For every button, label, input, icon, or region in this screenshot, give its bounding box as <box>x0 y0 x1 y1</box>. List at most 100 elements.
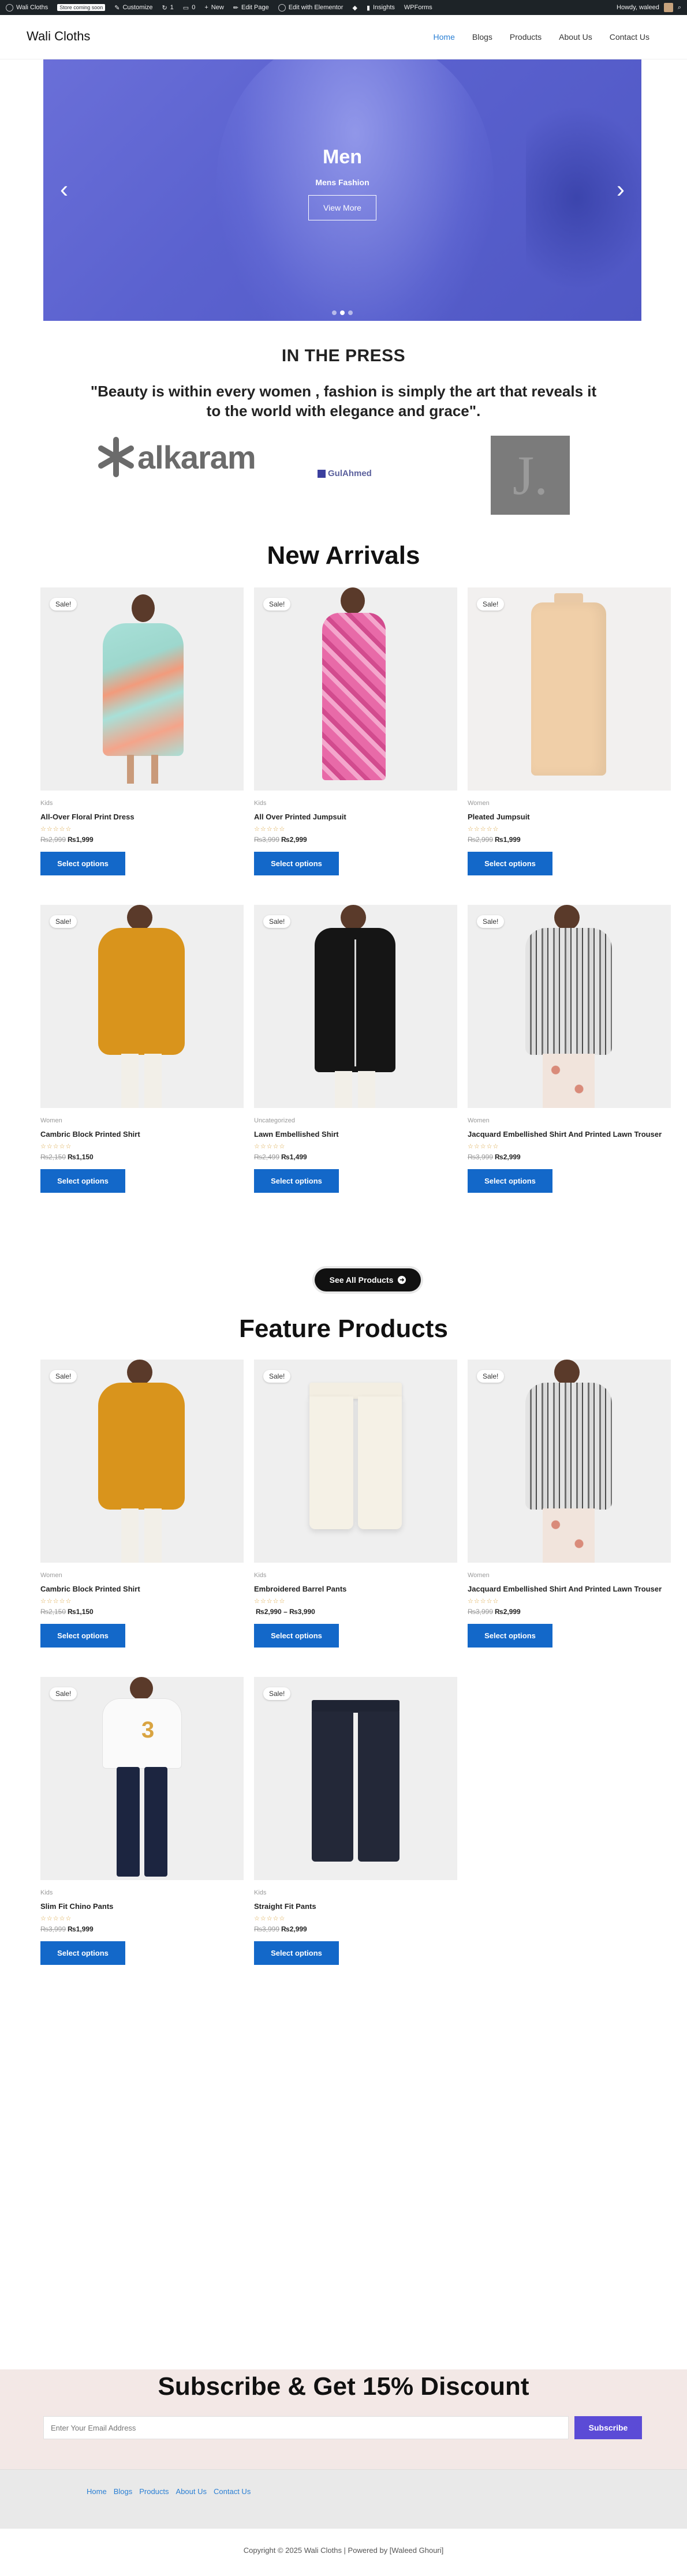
admin-comments[interactable]: ▭ 0 <box>183 4 196 12</box>
select-options-button[interactable]: Select options <box>254 1624 339 1648</box>
slider-dot[interactable] <box>348 310 353 315</box>
product-category[interactable]: Kids <box>254 1889 457 1896</box>
slider-dot-active[interactable] <box>340 310 345 315</box>
admin-diamond[interactable]: ◆ <box>352 4 357 12</box>
trouser <box>121 1508 139 1563</box>
subscribe-button[interactable]: Subscribe <box>574 2416 642 2439</box>
select-options-button[interactable]: Select options <box>40 1624 125 1648</box>
product-category[interactable]: Women <box>468 1117 671 1124</box>
slider-dot[interactable] <box>332 310 337 315</box>
select-options-button[interactable]: Select options <box>468 1624 552 1648</box>
old-price: ₨2,999 <box>468 836 493 844</box>
product-price: ₨2,999 ₨1,999 <box>468 836 671 844</box>
product-name[interactable]: Slim Fit Chino Pants <box>40 1902 244 1911</box>
howdy-user[interactable]: Howdy, waleed <box>617 4 659 11</box>
view-more-button[interactable]: View More <box>308 195 376 220</box>
select-options-button[interactable]: Select options <box>254 1941 339 1965</box>
new-arrivals-title: New Arrivals <box>267 541 420 570</box>
product-name[interactable]: Embroidered Barrel Pants <box>254 1585 457 1593</box>
site-logo[interactable]: Wali Cloths <box>27 29 90 44</box>
admin-updates[interactable]: ↻ 1 <box>162 4 173 12</box>
product-image[interactable]: Sale! <box>40 1360 244 1563</box>
select-options-button[interactable]: Select options <box>40 1169 125 1193</box>
rating-stars: ☆☆☆☆☆ <box>40 1143 72 1150</box>
product-name[interactable]: Jacquard Embellished Shirt And Printed L… <box>468 1585 671 1593</box>
product-category[interactable]: Kids <box>40 1889 244 1896</box>
footer-link-contact-us[interactable]: Contact Us <box>214 2487 251 2496</box>
product-image[interactable]: Sale! <box>468 1360 671 1563</box>
product-category[interactable]: Women <box>468 800 671 807</box>
product-category[interactable]: Kids <box>254 800 457 807</box>
admin-site-link[interactable]: Wali Cloths <box>6 3 48 12</box>
insights-label: Insights <box>373 4 395 11</box>
admin-insights[interactable]: ▮ Insights <box>367 4 395 12</box>
product-price: ₨3,999 ₨2,999 <box>468 1608 671 1616</box>
product-image[interactable]: Sale! <box>254 1677 457 1880</box>
footer-link-blogs[interactable]: Blogs <box>114 2487 133 2496</box>
chino-pants-image <box>117 1767 140 1877</box>
product-image[interactable]: Sale! <box>254 905 457 1108</box>
select-options-button[interactable]: Select options <box>468 852 552 875</box>
product-category[interactable]: Kids <box>254 1572 457 1579</box>
admin-elementor[interactable]: Edit with Elementor <box>278 3 343 12</box>
footer-link-home[interactable]: Home <box>87 2487 107 2496</box>
product-image[interactable]: Sale! <box>468 905 671 1108</box>
product-name[interactable]: Cambric Block Printed Shirt <box>40 1130 244 1139</box>
wordpress-icon <box>6 3 13 12</box>
admin-search-icon[interactable]: ⌕ <box>678 4 681 12</box>
product-category[interactable]: Women <box>40 1117 244 1124</box>
product-price: ₨3,999 ₨2,999 <box>468 1153 671 1161</box>
product-name[interactable]: Jacquard Embellished Shirt And Printed L… <box>468 1130 671 1139</box>
select-options-button[interactable]: Select options <box>254 852 339 875</box>
product-category[interactable]: Uncategorized <box>254 1117 457 1124</box>
admin-wpforms[interactable]: WPForms <box>404 4 432 11</box>
product-category[interactable]: Kids <box>40 800 244 807</box>
product-name[interactable]: Pleated Jumpsuit <box>468 813 671 821</box>
product-image[interactable]: 3 Sale! <box>40 1677 244 1880</box>
admin-new[interactable]: + New <box>204 4 223 11</box>
email-field[interactable] <box>43 2416 569 2439</box>
sale-price: ₨2,999 <box>495 1608 521 1616</box>
product-image[interactable]: Sale! <box>468 587 671 791</box>
sale-badge: Sale! <box>50 598 77 611</box>
select-options-button[interactable]: Select options <box>40 1941 125 1965</box>
customize-label: Customize <box>122 4 153 11</box>
barrel-pants-image <box>358 1396 402 1529</box>
admin-customize[interactable]: ✎ Customize <box>114 4 152 12</box>
footer-link-products[interactable]: Products <box>139 2487 169 2496</box>
see-all-products-button[interactable]: See All Products ➜ <box>315 1268 421 1291</box>
product-name[interactable]: All-Over Floral Print Dress <box>40 813 244 821</box>
product-name[interactable]: Lawn Embellished Shirt <box>254 1130 457 1139</box>
nav-products[interactable]: Products <box>510 32 542 42</box>
hero-model-image <box>216 59 494 321</box>
feature-products-title: Feature Products <box>239 1315 448 1343</box>
nav-contact-us[interactable]: Contact Us <box>610 32 649 42</box>
new-label: New <box>211 4 224 11</box>
nav-home[interactable]: Home <box>434 32 455 42</box>
product-image[interactable]: Sale! <box>40 905 244 1108</box>
product-name[interactable]: Straight Fit Pants <box>254 1902 457 1911</box>
select-options-button[interactable]: Select options <box>468 1169 552 1193</box>
footer-link-about-us[interactable]: About Us <box>176 2487 207 2496</box>
select-options-button[interactable]: Select options <box>40 852 125 875</box>
store-badge[interactable]: Store coming soon <box>57 4 106 11</box>
sale-price: ₨1,999 <box>68 836 94 844</box>
sale-price: ₨1,150 <box>68 1153 94 1161</box>
floral-dress-image <box>103 623 184 756</box>
product-category[interactable]: Women <box>468 1572 671 1579</box>
admin-edit-page[interactable]: ✏ Edit Page <box>233 4 269 12</box>
nav-blogs[interactable]: Blogs <box>472 32 492 42</box>
product-image[interactable]: Sale! <box>254 1360 457 1563</box>
product-name[interactable]: Cambric Block Printed Shirt <box>40 1585 244 1593</box>
product-name[interactable]: All Over Printed Jumpsuit <box>254 813 457 821</box>
product-image[interactable]: Sale! <box>254 587 457 791</box>
avatar[interactable] <box>663 3 673 12</box>
product-card: Sale! Kids All Over Printed Jumpsuit ☆☆☆… <box>254 587 457 875</box>
product-image[interactable]: Sale! <box>40 587 244 791</box>
admin-bar: Wali Cloths Store coming soon ✎ Customize… <box>0 0 687 15</box>
edit-page-label: Edit Page <box>241 4 269 11</box>
product-category[interactable]: Women <box>40 1572 244 1579</box>
sale-price: ₨1,499 <box>281 1153 307 1161</box>
select-options-button[interactable]: Select options <box>254 1169 339 1193</box>
nav-about-us[interactable]: About Us <box>559 32 592 42</box>
